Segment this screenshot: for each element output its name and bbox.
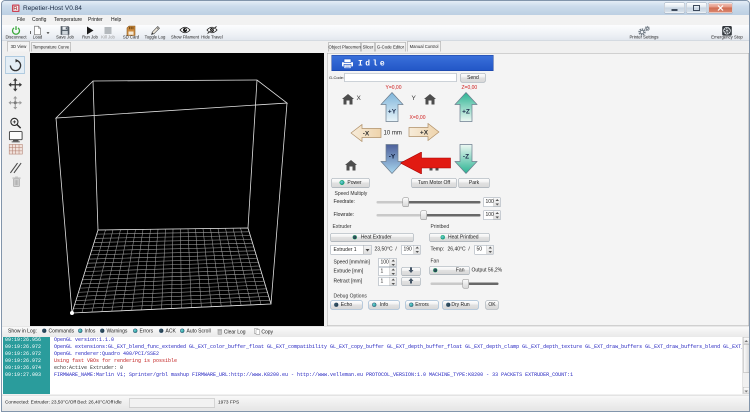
svg-text:-X: -X — [363, 131, 370, 138]
svg-text:+X: +X — [420, 130, 429, 137]
svg-text:-Y: -Y — [389, 154, 396, 161]
svg-text:-Z: -Z — [463, 154, 469, 161]
svg-text:+Y: +Y — [388, 109, 397, 116]
svg-text:+Z: +Z — [462, 109, 470, 116]
